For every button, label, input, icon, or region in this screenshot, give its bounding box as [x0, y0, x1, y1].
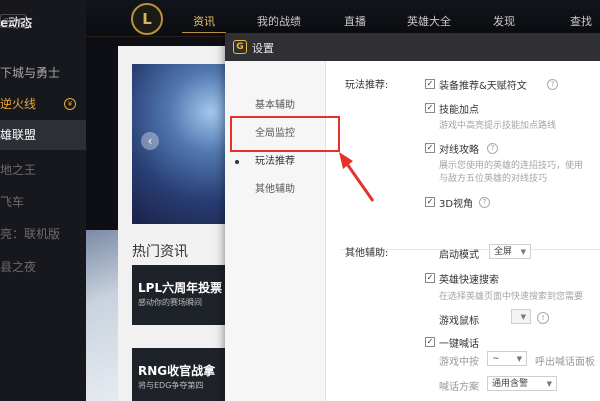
chevron-down-icon: ▼: [520, 313, 526, 321]
left-sidebar: e动态 BETA 下城与勇士 逆火线 ¥ 雄联盟 地之王 飞车 亮：联机版 县之…: [0, 0, 86, 401]
equip-checkbox[interactable]: ✓: [425, 79, 435, 89]
red-arrow-icon: [339, 152, 375, 202]
sidebar-item-lol[interactable]: 雄联盟: [0, 120, 86, 150]
brand: e动态 BETA: [0, 14, 86, 34]
sidebar-item-label: 县之夜: [0, 260, 37, 274]
skill-checkbox[interactable]: ✓: [425, 103, 435, 113]
sidebar-item-label: 逆火线: [0, 97, 37, 111]
news-title: LPL六周年投票: [138, 281, 223, 295]
info-icon[interactable]: !: [537, 312, 549, 324]
scheme-value: 通用含警: [492, 379, 529, 389]
sidebar-item-game4[interactable]: 地之王: [0, 155, 86, 185]
equip-label: 装备推荐&天赋符文: [439, 81, 527, 92]
coin-icon: ¥: [64, 98, 76, 110]
quick-search-label: 英雄快速搜索: [439, 275, 499, 286]
sidebar-item-label: 雄联盟: [0, 128, 37, 142]
other-section-label: 其他辅助:: [345, 248, 389, 259]
quick-search-desc: 在选择英雄页面中快速搜索到您需要: [439, 292, 584, 302]
lol-logo-icon[interactable]: L: [131, 3, 163, 35]
sidebar-item-speed[interactable]: 飞车: [0, 187, 86, 217]
nav-heroes[interactable]: 英雄大全: [394, 0, 464, 36]
active-dot-icon: [235, 160, 239, 164]
hotkey-value: ~: [492, 354, 500, 364]
news-title: RNG收官战拿: [138, 364, 216, 378]
highlight-box: [230, 116, 340, 152]
chevron-left-icon[interactable]: ‹: [141, 132, 159, 150]
gameplay-section-label: 玩法推荐:: [345, 80, 389, 91]
sidebar-item-cf[interactable]: 逆火线 ¥: [0, 89, 86, 119]
press-label: 游戏中按: [439, 357, 479, 368]
mouse-select[interactable]: ▼: [511, 309, 531, 324]
dialog-nav-label: 玩法推荐: [255, 156, 295, 167]
sidebar-item-night[interactable]: 县之夜: [0, 252, 86, 282]
quick-search-checkbox[interactable]: ✓: [425, 273, 435, 283]
dialog-title: 设置: [252, 42, 274, 55]
3d-view-checkbox[interactable]: ✓: [425, 197, 435, 207]
sidebar-item-label: 亮：联机版: [0, 227, 61, 241]
help-icon[interactable]: ?: [487, 143, 498, 154]
dialog-nav-gameplay[interactable]: 玩法推荐: [225, 149, 325, 175]
chevron-down-icon: ▼: [520, 248, 526, 256]
mouse-label: 游戏鼠标: [439, 316, 479, 327]
sidebar-item-dnf[interactable]: 下城与勇士: [0, 58, 86, 88]
chevron-down-icon: ▼: [546, 380, 552, 388]
one-key-label: 一键喊话: [439, 339, 479, 350]
press-suffix: 呼出喊话面板: [535, 357, 595, 368]
beta-badge: BETA: [0, 14, 26, 28]
hot-news-title: 热门资讯: [132, 244, 188, 260]
news-subtitle: 将与EDG争夺第四: [138, 381, 204, 390]
dialog-sidebar: 基本辅助 全局监控 玩法推荐 其他辅助: [225, 61, 326, 401]
nav-live[interactable]: 直播: [320, 0, 390, 36]
dialog-header[interactable]: G 设置: [225, 33, 600, 61]
dialog-nav-other[interactable]: 其他辅助: [225, 177, 325, 203]
startup-mode-value: 全屏: [494, 247, 513, 257]
sidebar-item-online[interactable]: 亮：联机版: [0, 219, 86, 249]
help-icon[interactable]: ?: [547, 79, 558, 90]
scheme-select[interactable]: 通用含警 ▼: [487, 376, 557, 391]
3d-view-label: 3D视角: [439, 199, 474, 210]
skill-label: 技能加点: [439, 105, 479, 116]
nav-search[interactable]: 查找: [546, 0, 600, 36]
news-card[interactable]: LPL六周年投票 感动你的赛场瞬间: [132, 265, 228, 325]
startup-mode-label: 启动模式: [439, 250, 479, 261]
skill-desc: 游戏中高亮提示技能加点路线: [439, 121, 557, 131]
startup-mode-select[interactable]: 全屏 ▼: [489, 244, 531, 259]
settings-dialog: G 设置 基本辅助 全局监控 玩法推荐 其他辅助 玩法推荐: ✓ 装备推荐&天赋…: [225, 33, 600, 401]
sidebar-item-label: 下城与勇士: [0, 66, 61, 80]
nav-discover[interactable]: 发现: [469, 0, 539, 36]
laning-checkbox[interactable]: ✓: [425, 143, 435, 153]
top-nav: L 资讯 我的战绩 直播 英雄大全 发现 查找: [86, 0, 600, 37]
one-key-checkbox[interactable]: ✓: [425, 337, 435, 347]
laning-label: 对线攻略: [439, 145, 479, 156]
nav-my-record[interactable]: 我的战绩: [244, 0, 314, 36]
news-subtitle: 感动你的赛场瞬间: [138, 298, 202, 307]
scheme-label: 喊话方案: [439, 382, 479, 393]
hotkey-select[interactable]: ~ ▼: [487, 351, 527, 366]
help-icon[interactable]: ?: [479, 197, 490, 208]
laning-desc-line2: 与敌方五位英雄的对线技巧: [439, 174, 548, 184]
laning-desc-line1: 展示您使用的英雄的连招技巧，使用: [439, 161, 584, 171]
sidebar-item-label: 地之王: [0, 163, 37, 177]
app-logo-icon: G: [233, 40, 247, 54]
news-card[interactable]: RNG收官战拿 将与EDG争夺第四: [132, 348, 228, 401]
chevron-down-icon: ▼: [516, 355, 522, 363]
sidebar-item-label: 飞车: [0, 195, 25, 209]
